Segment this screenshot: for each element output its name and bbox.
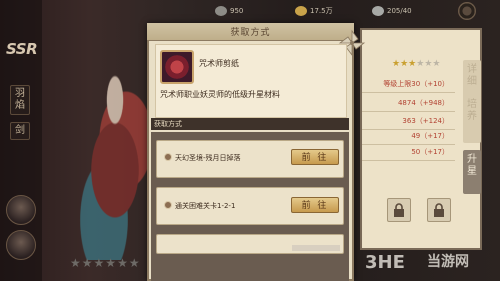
watermark-logo-text: 3HE <box>365 252 405 272</box>
source-text: 通关困难关卡1-2-1 <box>175 202 236 210</box>
sources-header: 获取方式 <box>151 118 349 130</box>
rarity-badge: SSR <box>6 40 38 58</box>
item-name: 咒术师剪纸 <box>199 59 239 68</box>
goto-button[interactable]: 前 往 <box>291 149 339 165</box>
item-description: 咒术师职业妖灵师的低级升星材料 <box>160 90 280 99</box>
lock-icon <box>434 203 444 217</box>
gear-icon[interactable] <box>458 2 476 20</box>
resource-value: 950 <box>230 7 244 15</box>
paper-cut-item-icon <box>160 50 194 84</box>
star-icon: ★ <box>128 256 141 270</box>
star-icon: ★ <box>392 59 401 69</box>
dialog-title-bar: 获取方式 <box>147 23 354 41</box>
tab-star-up[interactable]: 升 星 <box>463 150 481 194</box>
watermark-logo-icon: 3HE <box>365 252 405 272</box>
stamina-icon <box>372 6 384 16</box>
tab-train[interactable]: 培 养 <box>463 95 481 143</box>
rarity-stars: ★★★★★★ <box>70 252 141 271</box>
star-icon: ★ <box>81 256 94 270</box>
scroll-indicator <box>292 245 340 251</box>
star-icon: ★ <box>117 256 129 270</box>
bullet-icon <box>164 201 172 209</box>
resource-value: 17.5万 <box>310 7 333 15</box>
mask-icon[interactable] <box>6 230 36 260</box>
star-icon: ★ <box>70 256 82 270</box>
stat-attack: 363（+124） <box>362 116 455 130</box>
source-text: 天幻圣境-残月日掉落 <box>175 154 241 162</box>
star-icon: ★ <box>400 59 409 69</box>
ingot-icon <box>215 6 227 16</box>
cat-icon[interactable] <box>6 195 36 225</box>
goto-button[interactable]: 前 往 <box>291 197 339 213</box>
locked-slot[interactable] <box>427 198 451 222</box>
stat-speed: 50（+17） <box>362 147 455 161</box>
source-row-partial <box>156 234 344 254</box>
tab-details[interactable]: 详 细 <box>463 60 481 98</box>
resource-ingot: 950 <box>215 4 243 18</box>
resource-gold: 17.5万 <box>295 4 333 18</box>
stat-defense: 49（+17） <box>362 131 455 145</box>
star-level: ★★★★★★ <box>392 59 440 69</box>
side-tab-yuyan[interactable]: 羽 焰 <box>10 85 30 115</box>
stat-level-cap: 等级上限30（+10） <box>362 79 455 93</box>
stat-hp: 4874（+948） <box>362 98 455 112</box>
star-icon: ★ <box>93 256 106 270</box>
side-tab-sword[interactable]: 剑 <box>10 122 30 140</box>
locked-slot[interactable] <box>387 198 411 222</box>
bullet-icon <box>164 153 172 161</box>
dialog-title: 获取方式 <box>230 28 271 38</box>
watermark-text: 当游网 <box>427 254 469 270</box>
watermark: 3HE 当游网 <box>365 248 469 274</box>
star-icon: ★ <box>432 59 441 69</box>
resource-value: 205/40 <box>387 7 412 15</box>
lock-icon <box>394 203 404 217</box>
resource-stamina: 205/40 <box>372 4 412 18</box>
gold-coin-icon <box>295 6 307 16</box>
star-icon: ★ <box>105 256 118 270</box>
